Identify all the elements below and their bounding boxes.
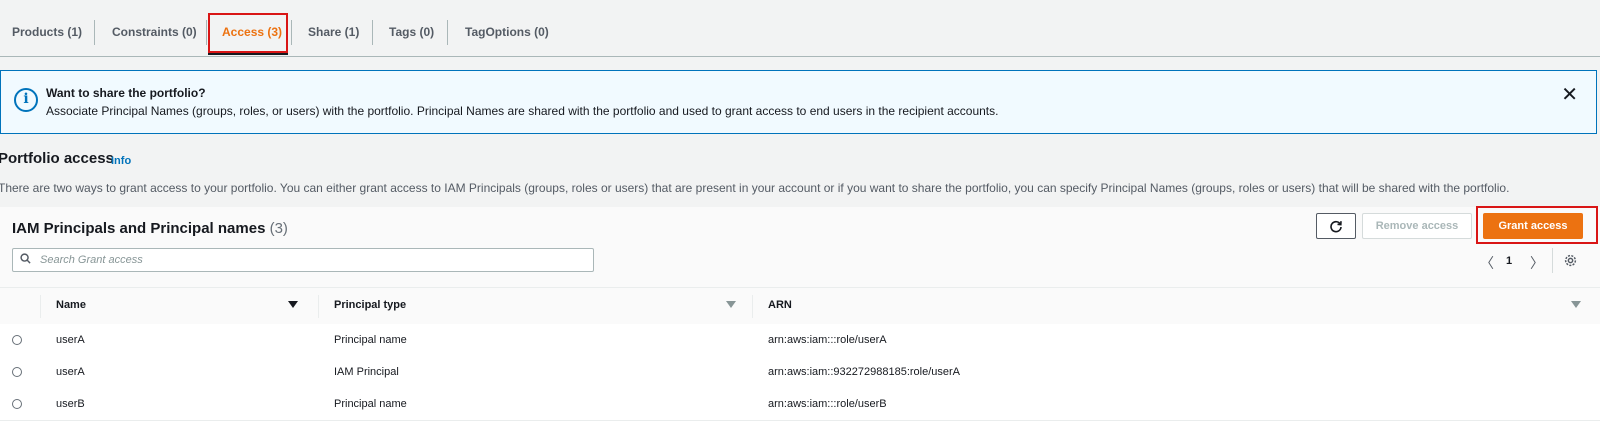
table-header: Name Principal type ARN [0,287,1600,325]
column-header-name[interactable]: Name [56,299,86,311]
cell-principal-type: Principal name [334,334,407,346]
pager-divider [1552,248,1553,273]
info-link[interactable]: Info [111,155,131,167]
tab-divider [206,20,207,45]
section-title: Portfolio access [0,150,114,167]
search-input[interactable] [40,249,580,271]
search-icon [20,253,31,264]
tab-products[interactable]: Products (1) [12,14,82,50]
table-row[interactable]: userA Principal name arn:aws:iam:::role/… [0,324,1600,357]
panel-count: (3) [269,220,288,237]
column-header-principal-type[interactable]: Principal type [334,299,406,311]
cell-arn: arn:aws:iam::932272988185:role/userA [768,366,961,378]
column-divider [40,295,41,318]
tab-divider [291,20,292,45]
column-divider [318,295,319,318]
panel-header: IAM Principals and Principal names (3) R… [0,206,1600,287]
radio-icon[interactable] [12,399,22,409]
cell-principal-type: Principal name [334,398,407,410]
grant-access-button[interactable]: Grant access [1483,213,1583,239]
table-row[interactable]: userA IAM Principal arn:aws:iam::9322729… [0,356,1600,389]
tab-constraints[interactable]: Constraints (0) [112,14,197,50]
chevron-right-icon[interactable]: 〉 [1530,253,1544,273]
panel-title-text: IAM Principals and Principal names [12,220,266,237]
flash-text: Associate Principal Names (groups, roles… [46,104,999,118]
page-number[interactable]: 1 [1506,255,1512,267]
column-divider [752,295,753,318]
section-description: There are two ways to grant access to yo… [0,181,1510,195]
info-icon: i [14,88,38,112]
radio-icon[interactable] [12,335,22,345]
sort-down-icon[interactable] [726,301,736,308]
sort-down-icon[interactable] [1571,301,1581,308]
chevron-left-icon[interactable]: 〈 [1480,253,1494,273]
tab-divider [94,20,95,45]
tab-access-highlight [208,13,288,53]
cell-principal-type: IAM Principal [334,366,399,378]
tab-bar: Products (1) Constraints (0) Access (3) … [0,0,1600,57]
settings-icon[interactable] [1563,253,1578,268]
remove-access-button[interactable]: Remove access [1362,213,1472,239]
close-icon[interactable]: ✕ [1561,85,1578,105]
tab-tagoptions[interactable]: TagOptions (0) [465,14,549,50]
panel-title: IAM Principals and Principal names (3) [12,220,288,237]
info-flashbar: i Want to share the portfolio? Associate… [0,70,1597,134]
sort-down-icon[interactable] [288,301,298,308]
principals-table-panel: IAM Principals and Principal names (3) R… [0,206,1600,429]
tab-divider [447,20,448,45]
refresh-icon [1330,220,1342,233]
cell-name: userB [56,398,85,410]
radio-icon[interactable] [12,367,22,377]
column-header-arn[interactable]: ARN [768,299,792,311]
search-field[interactable] [12,248,594,272]
flash-title: Want to share the portfolio? [46,86,206,100]
cell-arn: arn:aws:iam:::role/userB [768,398,887,410]
cell-name: userA [56,334,85,346]
refresh-button[interactable] [1316,213,1356,239]
cell-name: userA [56,366,85,378]
cell-arn: arn:aws:iam:::role/userA [768,334,887,346]
tab-share[interactable]: Share (1) [308,14,359,50]
table-row[interactable]: userB Principal name arn:aws:iam:::role/… [0,388,1600,421]
tab-tags[interactable]: Tags (0) [389,14,434,50]
tab-divider [372,20,373,45]
